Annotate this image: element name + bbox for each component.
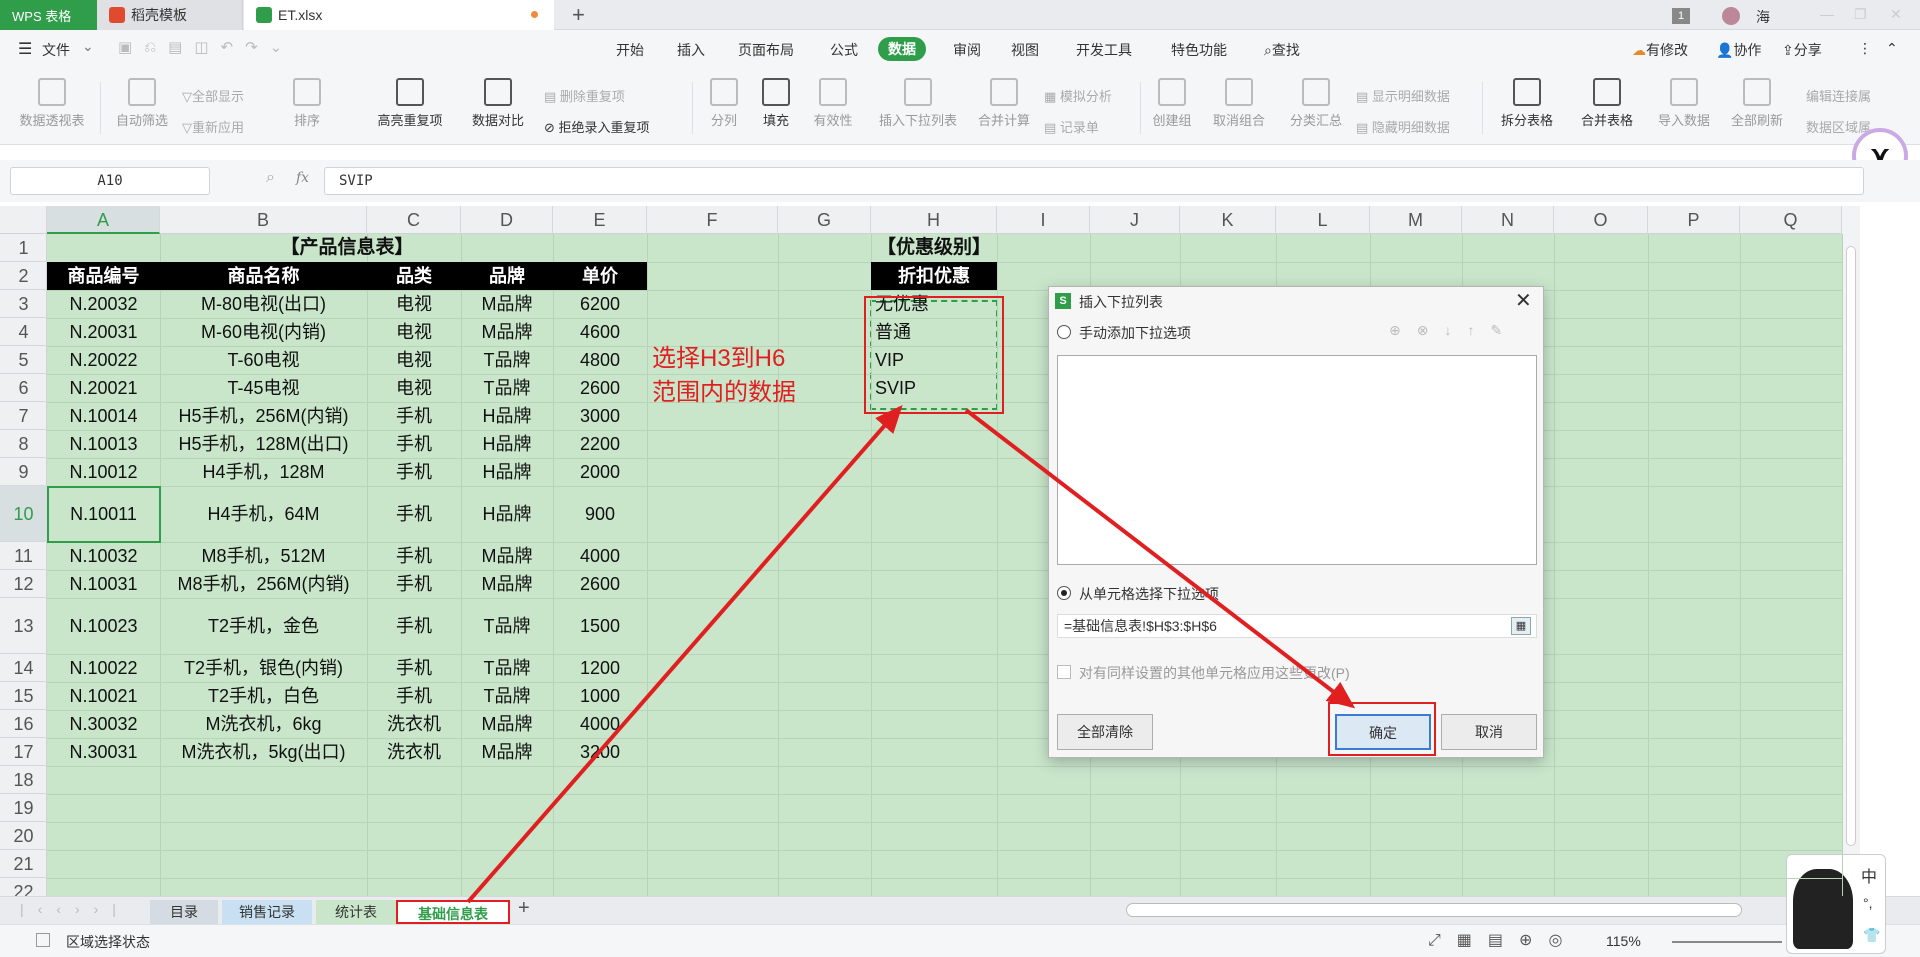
- annotation-arrows: [466, 404, 1356, 904]
- arrow-to-range: [466, 404, 903, 904]
- arrow-to-ok: [964, 408, 1356, 709]
